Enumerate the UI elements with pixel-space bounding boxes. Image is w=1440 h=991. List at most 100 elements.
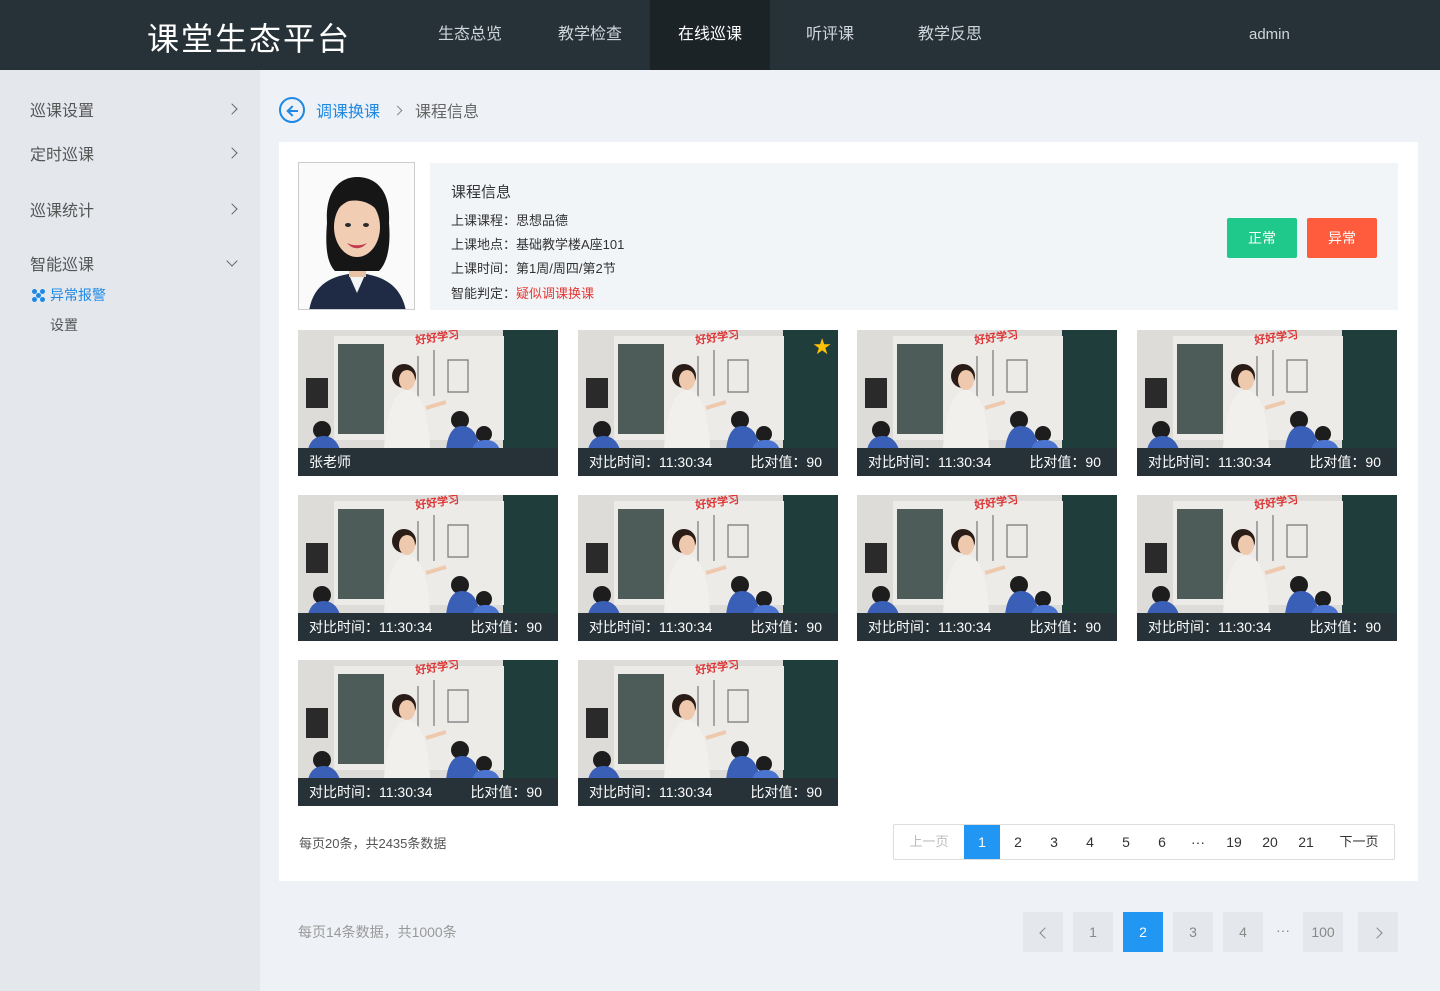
footer-next-button[interactable] — [1358, 912, 1398, 952]
top-header: 课堂生态平台 生态总览 教学检查 在线巡课 听评课 教学反思 admin — [0, 0, 1440, 70]
mark-abnormal-button[interactable]: 异常 — [1307, 218, 1377, 258]
snapshot-score: 比对值：90 — [470, 784, 542, 800]
page-button[interactable]: 3 — [1036, 825, 1072, 859]
snapshot-score: 比对值：90 — [470, 619, 542, 635]
breadcrumb: 调课换课 课程信息 — [279, 96, 479, 124]
sidebar-item-patrol-settings[interactable]: 巡课设置 — [30, 97, 240, 121]
course-smart-judgement: 智能判定：疑似调课换课 — [451, 286, 595, 301]
snapshot-score: 比对值：90 — [750, 454, 822, 470]
sidebar-item-scheduled-patrol[interactable]: 定时巡课 — [30, 141, 240, 165]
breadcrumb-current: 课程信息 — [415, 104, 480, 121]
footer-pagination-ellipsis: ··· — [1276, 922, 1290, 938]
course-info-title: 课程信息 — [451, 184, 512, 201]
snapshot-caption: 对比时间：11:30:34 比对值：90 — [298, 778, 558, 806]
footer-page-button[interactable]: 2 — [1123, 912, 1163, 952]
page-button[interactable]: 6 — [1144, 825, 1180, 859]
page-button[interactable]: 19 — [1216, 825, 1252, 859]
snapshot-score: 比对值：90 — [750, 784, 822, 800]
chevron-right-icon — [1370, 927, 1383, 939]
snapshot-thumbnail[interactable]: 好好学习 ★ 对比时间：11:30:34 比对值：90 — [578, 330, 838, 476]
user-menu[interactable]: admin — [1249, 0, 1290, 70]
course-location: 上课地点：基础教学楼A座101 — [451, 237, 625, 252]
snapshot-time: 对比时间：11:30:34 — [589, 619, 713, 635]
footer-page-summary: 每页14条数据，共1000条 — [298, 924, 457, 940]
snapshot-time: 对比时间：11:30:34 — [868, 454, 992, 470]
snapshot-caption: 对比时间：11:30:34 比对值：90 — [298, 613, 558, 641]
chevron-right-icon — [226, 147, 238, 159]
snapshot-thumbnail[interactable]: 好好学习 张老师 — [298, 330, 558, 476]
snapshot-thumbnail[interactable]: 好好学习 对比时间：11:30:34 比对值：90 — [857, 495, 1117, 641]
snapshot-time: 对比时间：11:30:34 — [1148, 454, 1272, 470]
sidebar-item-label: 智能巡课 — [30, 257, 95, 274]
snapshot-thumbnail[interactable]: 好好学习 对比时间：11:30:34 比对值：90 — [578, 660, 838, 806]
nav-ecology-overview[interactable]: 生态总览 — [410, 0, 530, 70]
mark-normal-button[interactable]: 正常 — [1227, 218, 1297, 258]
next-page-button[interactable]: 下一页 — [1324, 825, 1394, 859]
course-info-card: 课程信息 上课课程：思想品德 上课地点：基础教学楼A座101 上课时间：第1周/… — [430, 163, 1398, 310]
snapshot-time: 对比时间：11:30:34 — [1148, 619, 1272, 635]
snapshot-caption: 对比时间：11:30:34 比对值：90 — [578, 613, 838, 641]
page-button[interactable]: 21 — [1288, 825, 1324, 859]
breadcrumb-link[interactable]: 调课换课 — [316, 98, 380, 122]
sidebar-item-label: 定时巡课 — [30, 147, 95, 164]
snapshot-caption: 对比时间：11:30:34 比对值：90 — [857, 613, 1117, 641]
page-summary: 每页20条，共2435条数据 — [299, 836, 447, 851]
chevron-right-icon — [226, 103, 238, 115]
sidebar-subitem-abnormal-alarm[interactable]: 异常报警 — [32, 285, 106, 305]
alarm-icon — [32, 288, 45, 302]
sidebar-item-label: 巡课统计 — [30, 203, 95, 220]
snapshot-score: 比对值：90 — [1309, 454, 1381, 470]
pagination-ellipsis: ··· — [1191, 834, 1205, 850]
snapshot-time: 张老师 — [309, 454, 351, 470]
snapshot-caption: 张老师 — [298, 448, 558, 476]
sidebar-item-smart-patrol[interactable]: 智能巡课 — [30, 251, 240, 275]
footer-page-button[interactable]: 1 — [1073, 912, 1113, 952]
app-title: 课堂生态平台 — [147, 21, 352, 57]
footer-prev-button[interactable] — [1023, 912, 1063, 952]
snapshot-time: 对比时间：11:30:34 — [589, 454, 713, 470]
nav-teaching-reflection[interactable]: 教学反思 — [890, 0, 1010, 70]
footer-page-button[interactable]: 3 — [1173, 912, 1213, 952]
snapshot-time: 对比时间：11:30:34 — [589, 784, 713, 800]
page-button[interactable]: 5 — [1108, 825, 1144, 859]
snapshot-thumbnail[interactable]: 好好学习 对比时间：11:30:34 比对值：90 — [857, 330, 1117, 476]
snapshot-score: 比对值：90 — [750, 619, 822, 635]
snapshot-time: 对比时间：11:30:34 — [868, 619, 992, 635]
page-button[interactable]: 4 — [1072, 825, 1108, 859]
prev-page-button[interactable]: 上一页 — [894, 825, 964, 859]
snapshot-thumbnail[interactable]: 好好学习 对比时间：11:30:34 比对值：90 — [1137, 495, 1397, 641]
footer-page-button[interactable]: 100 — [1303, 912, 1343, 952]
snapshot-thumbnail[interactable]: 好好学习 对比时间：11:30:34 比对值：90 — [298, 495, 558, 641]
course-time: 上课时间：第1周/周四/第2节 — [451, 261, 616, 276]
main-panel: 课程信息 上课课程：思想品德 上课地点：基础教学楼A座101 上课时间：第1周/… — [279, 142, 1418, 881]
chevron-down-icon — [226, 255, 238, 267]
snapshot-caption: 对比时间：11:30:34 比对值：90 — [578, 778, 838, 806]
snapshot-time: 对比时间：11:30:34 — [309, 784, 433, 800]
sidebar: 巡课设置 定时巡课 巡课统计 智能巡课 异常报警 设置 — [0, 70, 260, 991]
snapshot-time: 对比时间：11:30:34 — [309, 619, 433, 635]
page-button[interactable]: 20 — [1252, 825, 1288, 859]
page-button[interactable]: 2 — [1000, 825, 1036, 859]
footer-page-button[interactable]: 4 — [1223, 912, 1263, 952]
snapshot-score: 比对值：90 — [1029, 454, 1101, 470]
snapshot-thumbnail[interactable]: 好好学习 对比时间：11:30:34 比对值：90 — [578, 495, 838, 641]
star-icon[interactable]: ★ — [812, 335, 832, 359]
back-arrow-icon[interactable] — [279, 97, 305, 123]
snapshot-caption: 对比时间：11:30:34 比对值：90 — [1137, 448, 1397, 476]
sidebar-item-label: 巡课设置 — [30, 103, 95, 120]
snapshot-thumbnail[interactable]: 好好学习 对比时间：11:30:34 比对值：90 — [298, 660, 558, 806]
snapshot-score: 比对值：90 — [1309, 619, 1381, 635]
nav-teaching-inspection[interactable]: 教学检查 — [530, 0, 650, 70]
snapshot-thumbnail[interactable]: 好好学习 对比时间：11:30:34 比对值：90 — [1137, 330, 1397, 476]
main-nav: 生态总览 教学检查 在线巡课 听评课 教学反思 — [410, 0, 1010, 70]
page-button[interactable]: 1 — [964, 825, 1000, 859]
nav-lesson-review[interactable]: 听评课 — [770, 0, 890, 70]
nav-online-patrol[interactable]: 在线巡课 — [650, 0, 770, 70]
sidebar-subitem-settings[interactable]: 设置 — [50, 315, 78, 335]
snapshot-score: 比对值：90 — [1029, 619, 1101, 635]
teacher-photo — [298, 162, 415, 310]
sidebar-item-patrol-stats[interactable]: 巡课统计 — [30, 197, 240, 221]
course-subject: 上课课程：思想品德 — [451, 213, 569, 228]
snapshot-caption: 对比时间：11:30:34 比对值：90 — [1137, 613, 1397, 641]
chevron-right-icon — [392, 105, 403, 115]
